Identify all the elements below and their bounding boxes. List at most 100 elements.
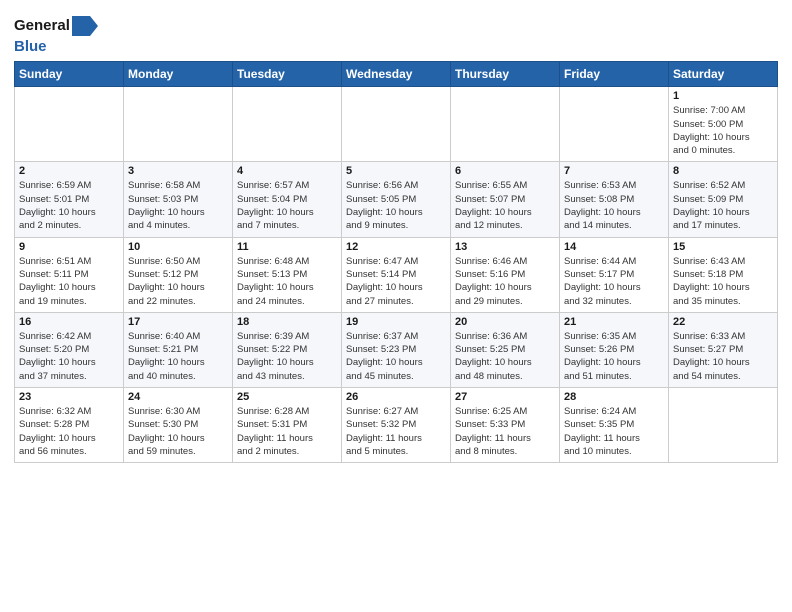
- day-number: 11: [237, 241, 337, 253]
- day-info: Sunrise: 6:48 AMSunset: 5:13 PMDaylight:…: [237, 255, 337, 308]
- day-info: Sunrise: 6:53 AMSunset: 5:08 PMDaylight:…: [564, 179, 664, 232]
- calendar-week-0: 1Sunrise: 7:00 AMSunset: 5:00 PMDaylight…: [15, 87, 778, 162]
- calendar-cell: [233, 87, 342, 162]
- day-info: Sunrise: 6:33 AMSunset: 5:27 PMDaylight:…: [673, 330, 773, 383]
- day-number: 22: [673, 316, 773, 328]
- col-header-sunday: Sunday: [15, 62, 124, 87]
- day-info: Sunrise: 6:28 AMSunset: 5:31 PMDaylight:…: [237, 405, 337, 458]
- calendar-cell: 2 Sunrise: 6:59 AMSunset: 5:01 PMDaylight…: [15, 162, 124, 237]
- day-number: 27: [455, 391, 555, 403]
- day-info: Sunrise: 6:59 AMSunset: 5:01 PMDaylight:…: [19, 179, 119, 232]
- day-number: 21: [564, 316, 664, 328]
- logo: GeneralBlue: [14, 14, 100, 55]
- col-header-thursday: Thursday: [451, 62, 560, 87]
- day-info: Sunrise: 6:46 AMSunset: 5:16 PMDaylight:…: [455, 255, 555, 308]
- day-number: 6: [455, 165, 555, 177]
- calendar-cell: 21 Sunrise: 6:35 AMSunset: 5:26 PMDayligh…: [560, 312, 669, 387]
- page: GeneralBlue SundayMondayTuesdayWednesday…: [0, 0, 792, 477]
- calendar-cell: 25 Sunrise: 6:28 AMSunset: 5:31 PMDayligh…: [233, 388, 342, 463]
- day-number: 18: [237, 316, 337, 328]
- calendar-cell: 5Sunrise: 6:56 AMSunset: 5:05 PMDaylight…: [342, 162, 451, 237]
- day-number: 28: [564, 391, 664, 403]
- day-info: Sunrise: 6:35 AMSunset: 5:26 PMDaylight:…: [564, 330, 664, 383]
- calendar-cell: [669, 388, 778, 463]
- day-info: Sunrise: 6:30 AMSunset: 5:30 PMDaylight:…: [128, 405, 228, 458]
- calendar-cell: 15 Sunrise: 6:43 AMSunset: 5:18 PMDayligh…: [669, 237, 778, 312]
- day-info: Sunrise: 6:55 AMSunset: 5:07 PMDaylight:…: [455, 179, 555, 232]
- calendar-cell: 12 Sunrise: 6:47 AMSunset: 5:14 PMDayligh…: [342, 237, 451, 312]
- day-info: Sunrise: 6:56 AMSunset: 5:05 PMDaylight:…: [346, 179, 446, 232]
- day-number: 23: [19, 391, 119, 403]
- calendar-cell: 28 Sunrise: 6:24 AMSunset: 5:35 PMDayligh…: [560, 388, 669, 463]
- day-number: 20: [455, 316, 555, 328]
- calendar-cell: 6 Sunrise: 6:55 AMSunset: 5:07 PMDaylight…: [451, 162, 560, 237]
- calendar-cell: 26 Sunrise: 6:27 AMSunset: 5:32 PMDayligh…: [342, 388, 451, 463]
- day-number: 14: [564, 241, 664, 253]
- calendar-cell: 22 Sunrise: 6:33 AMSunset: 5:27 PMDayligh…: [669, 312, 778, 387]
- day-info: Sunrise: 6:39 AMSunset: 5:22 PMDaylight:…: [237, 330, 337, 383]
- day-info: Sunrise: 6:36 AMSunset: 5:25 PMDaylight:…: [455, 330, 555, 383]
- day-number: 3: [128, 165, 228, 177]
- calendar-cell: 11 Sunrise: 6:48 AMSunset: 5:13 PMDayligh…: [233, 237, 342, 312]
- logo-arrow-icon: [70, 14, 100, 38]
- calendar-week-2: 9 Sunrise: 6:51 AMSunset: 5:11 PMDaylight…: [15, 237, 778, 312]
- day-number: 25: [237, 391, 337, 403]
- day-info: Sunrise: 6:37 AMSunset: 5:23 PMDaylight:…: [346, 330, 446, 383]
- calendar-cell: 4 Sunrise: 6:57 AMSunset: 5:04 PMDaylight…: [233, 162, 342, 237]
- day-number: 26: [346, 391, 446, 403]
- day-info: Sunrise: 6:42 AMSunset: 5:20 PMDaylight:…: [19, 330, 119, 383]
- day-number: 24: [128, 391, 228, 403]
- day-number: 19: [346, 316, 446, 328]
- calendar-cell: 7 Sunrise: 6:53 AMSunset: 5:08 PMDaylight…: [560, 162, 669, 237]
- day-number: 12: [346, 241, 446, 253]
- calendar-cell: [451, 87, 560, 162]
- calendar-cell: [342, 87, 451, 162]
- calendar-cell: 17Sunrise: 6:40 AMSunset: 5:21 PMDayligh…: [124, 312, 233, 387]
- header: GeneralBlue: [14, 10, 778, 55]
- calendar-week-3: 16 Sunrise: 6:42 AMSunset: 5:20 PMDayligh…: [15, 312, 778, 387]
- calendar-cell: 13 Sunrise: 6:46 AMSunset: 5:16 PMDayligh…: [451, 237, 560, 312]
- day-number: 8: [673, 165, 773, 177]
- day-info: Sunrise: 6:25 AMSunset: 5:33 PMDaylight:…: [455, 405, 555, 458]
- day-info: Sunrise: 6:43 AMSunset: 5:18 PMDaylight:…: [673, 255, 773, 308]
- calendar-cell: 23 Sunrise: 6:32 AMSunset: 5:28 PMDayligh…: [15, 388, 124, 463]
- calendar-cell: 3 Sunrise: 6:58 AMSunset: 5:03 PMDaylight…: [124, 162, 233, 237]
- calendar-cell: 14 Sunrise: 6:44 AMSunset: 5:17 PMDayligh…: [560, 237, 669, 312]
- calendar-cell: 8 Sunrise: 6:52 AMSunset: 5:09 PMDaylight…: [669, 162, 778, 237]
- calendar-cell: 24 Sunrise: 6:30 AMSunset: 5:30 PMDayligh…: [124, 388, 233, 463]
- day-info: Sunrise: 6:32 AMSunset: 5:28 PMDaylight:…: [19, 405, 119, 458]
- calendar-cell: 20 Sunrise: 6:36 AMSunset: 5:25 PMDayligh…: [451, 312, 560, 387]
- col-header-saturday: Saturday: [669, 62, 778, 87]
- calendar-cell: [15, 87, 124, 162]
- col-header-wednesday: Wednesday: [342, 62, 451, 87]
- col-header-monday: Monday: [124, 62, 233, 87]
- day-number: 7: [564, 165, 664, 177]
- day-info: Sunrise: 6:57 AMSunset: 5:04 PMDaylight:…: [237, 179, 337, 232]
- calendar-cell: 10 Sunrise: 6:50 AMSunset: 5:12 PMDayligh…: [124, 237, 233, 312]
- day-number: 10: [128, 241, 228, 253]
- day-info: Sunrise: 6:52 AMSunset: 5:09 PMDaylight:…: [673, 179, 773, 232]
- day-number: 9: [19, 241, 119, 253]
- day-info: Sunrise: 7:00 AMSunset: 5:00 PMDaylight:…: [673, 104, 773, 157]
- day-number: 2: [19, 165, 119, 177]
- day-info: Sunrise: 6:40 AMSunset: 5:21 PMDaylight:…: [128, 330, 228, 383]
- day-number: 15: [673, 241, 773, 253]
- day-info: Sunrise: 6:24 AMSunset: 5:35 PMDaylight:…: [564, 405, 664, 458]
- col-header-friday: Friday: [560, 62, 669, 87]
- day-info: Sunrise: 6:47 AMSunset: 5:14 PMDaylight:…: [346, 255, 446, 308]
- calendar-cell: 18 Sunrise: 6:39 AMSunset: 5:22 PMDayligh…: [233, 312, 342, 387]
- day-info: Sunrise: 6:58 AMSunset: 5:03 PMDaylight:…: [128, 179, 228, 232]
- day-number: 13: [455, 241, 555, 253]
- calendar-cell: 16 Sunrise: 6:42 AMSunset: 5:20 PMDayligh…: [15, 312, 124, 387]
- calendar-cell: 9 Sunrise: 6:51 AMSunset: 5:11 PMDaylight…: [15, 237, 124, 312]
- day-info: Sunrise: 6:51 AMSunset: 5:11 PMDaylight:…: [19, 255, 119, 308]
- day-number: 16: [19, 316, 119, 328]
- day-info: Sunrise: 6:50 AMSunset: 5:12 PMDaylight:…: [128, 255, 228, 308]
- calendar-header-row: SundayMondayTuesdayWednesdayThursdayFrid…: [15, 62, 778, 87]
- calendar: SundayMondayTuesdayWednesdayThursdayFrid…: [14, 61, 778, 463]
- calendar-cell: [560, 87, 669, 162]
- day-info: Sunrise: 6:44 AMSunset: 5:17 PMDaylight:…: [564, 255, 664, 308]
- day-number: 4: [237, 165, 337, 177]
- day-info: Sunrise: 6:27 AMSunset: 5:32 PMDaylight:…: [346, 405, 446, 458]
- calendar-cell: [124, 87, 233, 162]
